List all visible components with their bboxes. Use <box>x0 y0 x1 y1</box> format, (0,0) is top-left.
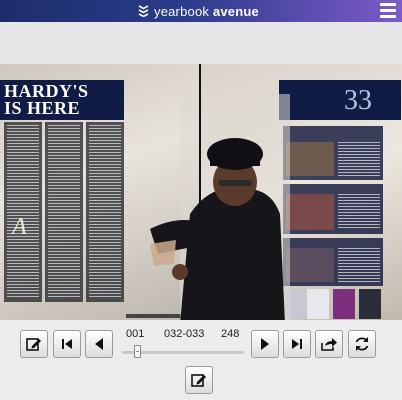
chef-photo <box>150 94 290 324</box>
headline-line-2: IS HERE <box>4 98 81 118</box>
brand-name-light: yearbook <box>154 3 210 19</box>
story-text-column <box>4 122 42 302</box>
skip-to-last-icon <box>292 339 302 349</box>
measuring-cup <box>150 240 176 266</box>
first-page-button[interactable] <box>53 330 81 358</box>
flipbook-viewer: HARDY'S IS HERE A 33 <box>0 22 402 339</box>
story-text-column <box>45 122 83 302</box>
refresh-icon <box>355 337 369 351</box>
current-pages-label: 032-033 <box>164 328 205 340</box>
share-icon <box>321 338 337 351</box>
yearbook-spread[interactable]: HARDY'S IS HERE A 33 <box>0 64 402 339</box>
brand-name: yearbook avenue <box>154 4 259 19</box>
last-page-number: 248 <box>221 328 240 340</box>
photo-tile <box>307 289 329 319</box>
story-text <box>338 248 380 282</box>
last-page-button[interactable] <box>283 330 311 358</box>
top-header-bar: yearbook avenue <box>0 0 402 22</box>
yearbook-avenue-logo-icon <box>138 5 149 17</box>
story-text <box>338 142 380 176</box>
story-text-column <box>86 122 124 302</box>
right-page-number: 33 <box>344 85 372 116</box>
first-page-number: 001 <box>126 328 145 340</box>
menu-bar <box>380 15 396 18</box>
chef-glasses <box>218 180 252 186</box>
drop-cap-letter: A <box>12 214 27 240</box>
edit-button[interactable] <box>20 330 48 358</box>
photo-tile <box>333 289 355 319</box>
hamburger-menu-icon[interactable] <box>380 3 396 18</box>
chef-hat-band <box>210 158 260 166</box>
text-lines <box>48 125 80 299</box>
previous-page-button[interactable] <box>85 330 113 358</box>
page-slider-handle[interactable] <box>134 345 141 358</box>
text-lines <box>7 125 39 299</box>
edit-note-icon <box>191 374 206 387</box>
edit-note-icon <box>26 338 41 351</box>
brand-name-bold: avenue <box>212 3 259 19</box>
edit-spread-button[interactable] <box>185 366 213 394</box>
photo-tile <box>359 289 381 319</box>
skip-to-first-icon <box>62 339 72 349</box>
brand[interactable]: yearbook avenue <box>138 2 259 20</box>
chef-hand <box>172 264 188 280</box>
previous-page-icon <box>95 338 103 350</box>
next-page-icon <box>261 338 269 350</box>
text-lines <box>89 125 121 299</box>
share-button[interactable] <box>315 330 343 358</box>
page-headline: HARDY'S IS HERE <box>4 82 124 118</box>
story-text <box>338 194 380 230</box>
menu-bar <box>380 9 396 12</box>
chef-jacket <box>180 188 285 324</box>
book-spine <box>199 64 201 339</box>
refresh-button[interactable] <box>348 330 376 358</box>
menu-bar <box>380 3 396 6</box>
next-page-button[interactable] <box>251 330 279 358</box>
